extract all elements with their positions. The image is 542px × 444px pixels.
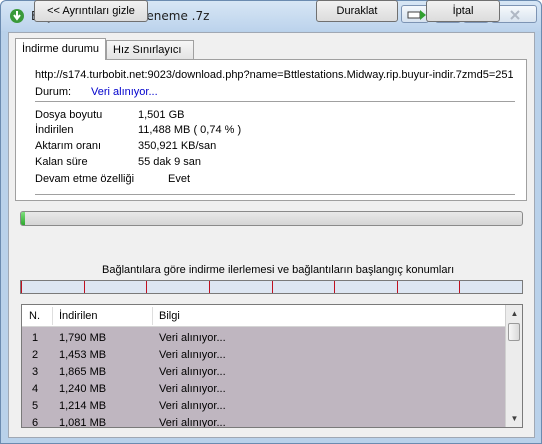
info-value: 11,488 MB ( 0,74 % ) — [138, 124, 242, 136]
status-value: Veri alınıyor... — [91, 86, 158, 98]
connection-start-marker — [21, 281, 22, 293]
list-header: N. İndirilen Bilgi — [22, 305, 506, 327]
column-separator[interactable] — [52, 307, 53, 325]
tab-download-status[interactable]: İndirme durumu — [15, 38, 107, 60]
scroll-down-arrow-icon[interactable]: ▼ — [507, 411, 522, 426]
info-label: İndirilen — [35, 124, 74, 136]
download-url: http://s174.turbobit.net:9023/download.p… — [35, 69, 513, 81]
row-downloaded: 1,790 MB — [59, 332, 107, 344]
tab-speed-limiter[interactable]: Hız Sınırlayıcı — [106, 40, 194, 60]
list-item[interactable]: 1 1,790 MB Veri alınıyor... — [22, 329, 506, 346]
info-label: Kalan süre — [35, 156, 88, 168]
connection-start-marker — [146, 281, 147, 293]
column-header-downloaded[interactable]: İndirilen — [59, 310, 98, 322]
row-info: Veri alınıyor... — [159, 366, 226, 378]
connection-start-marker — [272, 281, 273, 293]
row-number: 5 — [32, 400, 39, 412]
status-label: Durum: — [35, 86, 72, 98]
scrollbar-thumb[interactable] — [508, 323, 520, 341]
row-downloaded: 1,214 MB — [59, 400, 107, 412]
connection-start-marker — [459, 281, 460, 293]
connection-start-marker — [397, 281, 398, 293]
vertical-scrollbar[interactable]: ▲ ▼ — [505, 305, 522, 427]
row-info: Veri alınıyor... — [159, 349, 226, 361]
progress-fill — [21, 212, 25, 225]
row-number: 4 — [32, 383, 39, 395]
connections-label: Bağlantılara göre indirme ilerlemesi ve … — [102, 264, 455, 276]
hide-details-button[interactable]: << Ayrıntıları gizle — [34, 0, 148, 22]
column-header-number[interactable]: N. — [29, 310, 40, 322]
column-separator[interactable] — [152, 307, 153, 325]
list-item[interactable]: 5 1,214 MB Veri alınıyor... — [22, 397, 506, 414]
divider — [35, 194, 515, 195]
download-status-panel: http://s174.turbobit.net:9023/download.p… — [15, 59, 527, 201]
info-label: Devam etme özelliği — [35, 173, 135, 185]
row-number: 1 — [32, 332, 39, 344]
row-downloaded: 1,081 MB — [59, 417, 107, 428]
connection-start-marker — [84, 281, 85, 293]
app-download-icon — [10, 9, 24, 23]
download-progress-bar — [20, 211, 523, 226]
info-value: 350,921 KB/san — [138, 140, 217, 152]
row-info: Veri alınıyor... — [159, 332, 226, 344]
row-number: 3 — [32, 366, 39, 378]
send-to-tray-button[interactable] — [401, 5, 429, 23]
row-number: 6 — [32, 417, 39, 428]
info-label: Dosya boyutu — [35, 109, 103, 121]
row-downloaded: 1,865 MB — [59, 366, 107, 378]
row-info: Veri alınıyor... — [159, 417, 226, 428]
list-item[interactable]: 6 1,081 MB Veri alınıyor... — [22, 414, 506, 428]
list-item[interactable]: 2 1,453 MB Veri alınıyor... — [22, 346, 506, 363]
list-item[interactable]: 4 1,240 MB Veri alınıyor... — [22, 380, 506, 397]
cancel-button[interactable]: İptal — [426, 0, 500, 22]
connection-start-marker — [209, 281, 210, 293]
row-info: Veri alınıyor... — [159, 383, 226, 395]
info-label: Aktarım oranı — [35, 140, 102, 152]
divider — [35, 101, 515, 102]
row-downloaded: 1,240 MB — [59, 383, 107, 395]
list-item[interactable]: 3 1,865 MB Veri alınıyor... — [22, 363, 506, 380]
info-value: 55 dak 9 san — [138, 156, 201, 168]
info-value: 1,501 GB — [138, 109, 185, 121]
row-number: 2 — [32, 349, 39, 361]
connections-list[interactable]: N. İndirilen Bilgi 1 1,790 MB Veri alını… — [21, 304, 523, 428]
connection-start-marker — [334, 281, 335, 293]
row-downloaded: 1,453 MB — [59, 349, 107, 361]
row-info: Veri alınıyor... — [159, 400, 226, 412]
scroll-up-arrow-icon[interactable]: ▲ — [507, 306, 522, 321]
column-header-info[interactable]: Bilgi — [159, 310, 180, 322]
info-value: Evet — [168, 173, 191, 185]
pause-button[interactable]: Duraklat — [316, 0, 398, 22]
connections-progress-bar — [20, 280, 523, 294]
